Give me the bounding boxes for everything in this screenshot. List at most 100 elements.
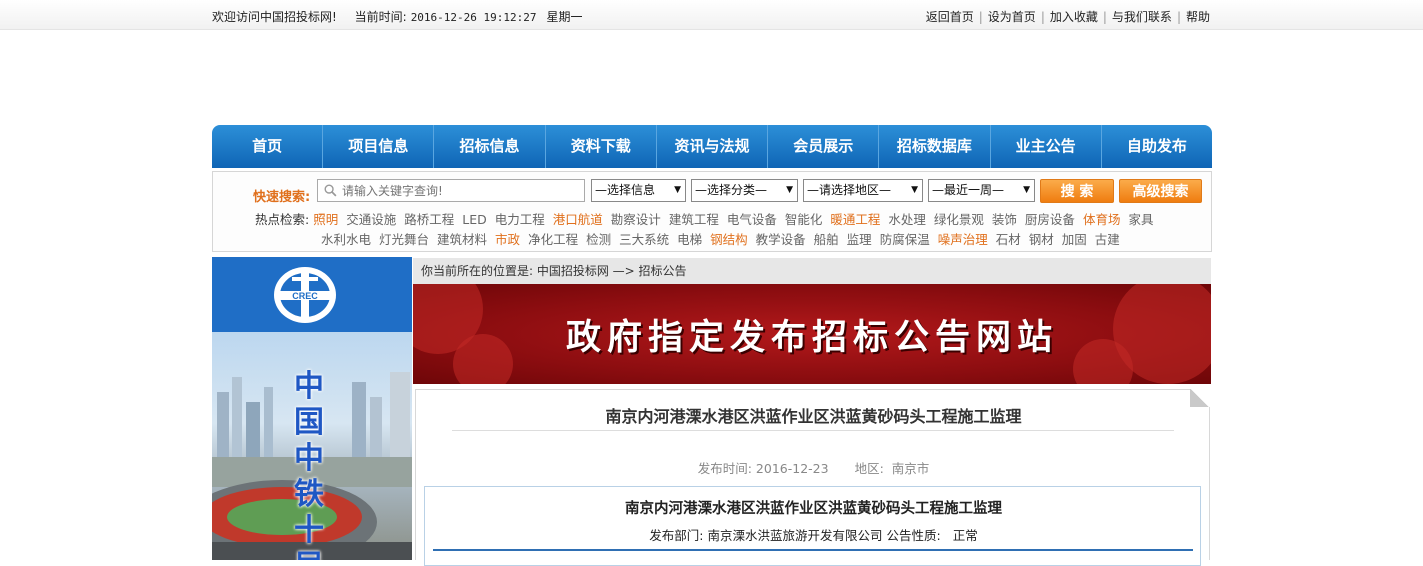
divider: |: [978, 10, 983, 24]
divider: |: [1102, 10, 1107, 24]
link-back-home[interactable]: 返回首页: [926, 10, 974, 24]
hot-keyword-link[interactable]: 净化工程: [528, 232, 578, 247]
nav-news-regulations[interactable]: 资讯与法规: [657, 125, 769, 168]
hot-keyword-link[interactable]: 三大系统: [619, 232, 669, 247]
hot-keyword-link[interactable]: 建筑工程: [669, 212, 719, 227]
nav-self-publish[interactable]: 自助发布: [1102, 125, 1212, 168]
search-input-wrapper[interactable]: [317, 179, 585, 202]
hot-keyword-link[interactable]: 噪声治理: [938, 232, 988, 247]
article-meta: 发布时间: 2016-12-23 地区: 南京市: [416, 458, 1211, 477]
region-value: 南京市: [891, 461, 930, 476]
hot-keyword-link[interactable]: 电梯: [677, 232, 702, 247]
top-links: 返回首页 | 设为首页 | 加入收藏 | 与我们联系 | 帮助: [926, 8, 1210, 25]
hot-keyword-link[interactable]: 船舶: [814, 232, 839, 247]
weekday: 星期一: [546, 10, 583, 24]
chevron-down-icon: ▼: [786, 185, 793, 195]
hot-keyword-link[interactable]: 家具: [1128, 212, 1153, 227]
time-label: 当前时间:: [354, 10, 407, 24]
hot-keyword-link[interactable]: 钢材: [1029, 232, 1054, 247]
welcome-text: 欢迎访问中国招投标网!: [212, 10, 337, 24]
hot-keyword-link[interactable]: 路桥工程: [404, 212, 454, 227]
link-set-homepage[interactable]: 设为首页: [988, 10, 1036, 24]
hot-keyword-link[interactable]: 古建: [1095, 232, 1120, 247]
hot-keyword-link[interactable]: 石材: [996, 232, 1021, 247]
hot-keyword-link[interactable]: 港口航道: [553, 212, 603, 227]
logo-text: CREC: [292, 291, 318, 301]
link-contact-us[interactable]: 与我们联系: [1112, 10, 1172, 24]
search-icon: [324, 184, 337, 197]
banner-title: 政府指定发布招标公告网站: [565, 317, 1058, 358]
logo-area: CREC: [212, 257, 412, 332]
hot-keyword-link[interactable]: 勘察设计: [611, 212, 661, 227]
nav-home[interactable]: 首页: [212, 125, 324, 168]
publish-label: 发布时间:: [697, 461, 752, 476]
hot-keyword-link[interactable]: 钢结构: [710, 232, 748, 247]
hot-keywords-row: 热点检索: 照明 交通设施 路桥工程 LED 电力工程 港口航道 勘察设计 建筑工程 电气设备 智能…: [255, 210, 1185, 230]
hot-keyword-link[interactable]: 监理: [847, 232, 872, 247]
hot-keyword-link[interactable]: 检测: [586, 232, 611, 247]
nav-project-info[interactable]: 项目信息: [323, 125, 435, 168]
hot-keywords-row: 水利水电 灯光舞台 建筑材料 市政 净化工程 检测 三大系统 电梯 钢结构 教学设备 船舶 监理 防腐保…: [255, 230, 1185, 250]
select-info-type[interactable]: —选择信息 ▼: [591, 179, 686, 202]
hot-keyword-link[interactable]: 绿化景观: [934, 212, 984, 227]
hot-keyword-link[interactable]: 建筑材料: [437, 232, 487, 247]
select-category[interactable]: —选择分类— ▼: [691, 179, 798, 202]
hot-keyword-link[interactable]: 装饰: [992, 212, 1017, 227]
crec-banner[interactable]: CREC 中国中铁十局: [212, 257, 412, 560]
article-title: 南京内河港溧水港区洪蓝作业区洪蓝黄砂码头工程施工监理: [605, 407, 1022, 426]
search-button[interactable]: 搜 索: [1040, 179, 1114, 203]
nav-tender-database[interactable]: 招标数据库: [879, 125, 991, 168]
publish-date: 2016-12-23: [755, 461, 829, 476]
top-bar-left: 欢迎访问中国招投标网! 当前时间: 2016-12-26 19:12:27 星期一: [212, 8, 597, 25]
select-region[interactable]: —请选择地区— ▼: [803, 179, 923, 202]
nav-members[interactable]: 会员展示: [768, 125, 880, 168]
time-value: 2016-12-26 19:12:27: [410, 11, 537, 24]
hot-keywords: 热点检索: 照明 交通设施 路桥工程 LED 电力工程 港口航道 勘察设计 建筑工程 电气设备 智能…: [255, 210, 1185, 250]
hot-keyword-link[interactable]: 教学设备: [756, 232, 806, 247]
search-panel: 快速搜索: —选择信息 ▼ —选择分类— ▼ —请选择地区— ▼ —最近一周— …: [212, 171, 1212, 252]
quick-search-label: 快速搜索:: [253, 190, 311, 205]
hot-keyword-link[interactable]: 灯光舞台: [379, 232, 429, 247]
hot-keyword-link[interactable]: 暖通工程: [830, 212, 880, 227]
crec-logo: CREC: [274, 267, 336, 323]
link-help[interactable]: 帮助: [1186, 10, 1210, 24]
nav-owner-notices[interactable]: 业主公告: [991, 125, 1102, 168]
notice-title: 南京内河港溧水港区洪蓝作业区洪蓝黄砂码头工程施工监理: [625, 501, 1002, 517]
select-region-value: —请选择地区—: [807, 183, 892, 197]
nav-tender-info[interactable]: 招标信息: [434, 125, 546, 168]
region-label: 地区:: [854, 461, 884, 476]
hot-keyword-link[interactable]: 电力工程: [495, 212, 545, 227]
banner-vertical-text: 中国中铁十局: [294, 369, 324, 560]
breadcrumb: 你当前所在的位置是: 中国招投标网 —> 招标公告: [413, 258, 1211, 284]
divider: |: [1040, 10, 1045, 24]
search-input[interactable]: [342, 182, 580, 200]
hot-keyword-link[interactable]: 厨房设备: [1025, 212, 1075, 227]
hot-keyword-link[interactable]: 防腐保温: [880, 232, 930, 247]
hot-search-label: 热点检索:: [255, 212, 310, 227]
hot-keyword-link[interactable]: 体育场: [1083, 212, 1121, 227]
hot-keyword-link[interactable]: 智能化: [785, 212, 823, 227]
divider: |: [1176, 10, 1181, 24]
hot-keyword-link[interactable]: 加固: [1062, 232, 1087, 247]
government-banner: 政府指定发布招标公告网站: [413, 284, 1211, 384]
hot-keyword-link[interactable]: 电气设备: [727, 212, 777, 227]
hot-keyword-link[interactable]: 市政: [495, 232, 520, 247]
hot-keyword-link[interactable]: 照明: [313, 212, 338, 227]
notice-detail-box: 南京内河港溧水港区洪蓝作业区洪蓝黄砂码头工程施工监理 发布部门: 南京溧水洪蓝旅游…: [424, 486, 1201, 566]
article-panel: 南京内河港溧水港区洪蓝作业区洪蓝黄砂码头工程施工监理 发布时间: 2016-12-…: [415, 389, 1211, 566]
select-time-range[interactable]: —最近一周— ▼: [928, 179, 1035, 202]
dept-label: 发布部门:: [649, 528, 704, 543]
chevron-down-icon: ▼: [1023, 185, 1030, 195]
hot-keyword-link[interactable]: 交通设施: [346, 212, 396, 227]
nav-downloads[interactable]: 资料下载: [546, 125, 657, 168]
link-add-favorite[interactable]: 加入收藏: [1050, 10, 1098, 24]
select-time-range-value: —最近一周—: [932, 183, 1005, 197]
hot-keyword-link[interactable]: 水利水电: [321, 232, 371, 247]
hot-keyword-link[interactable]: 水处理: [888, 212, 926, 227]
advanced-search-button[interactable]: 高级搜索: [1119, 179, 1202, 203]
chevron-down-icon: ▼: [674, 185, 681, 195]
hot-keyword-link[interactable]: LED: [462, 212, 487, 227]
divider: [452, 430, 1174, 431]
select-category-value: —选择分类—: [695, 183, 768, 197]
notice-info: 发布部门: 南京溧水洪蓝旅游开发有限公司 公告性质: 正常: [425, 525, 1202, 544]
